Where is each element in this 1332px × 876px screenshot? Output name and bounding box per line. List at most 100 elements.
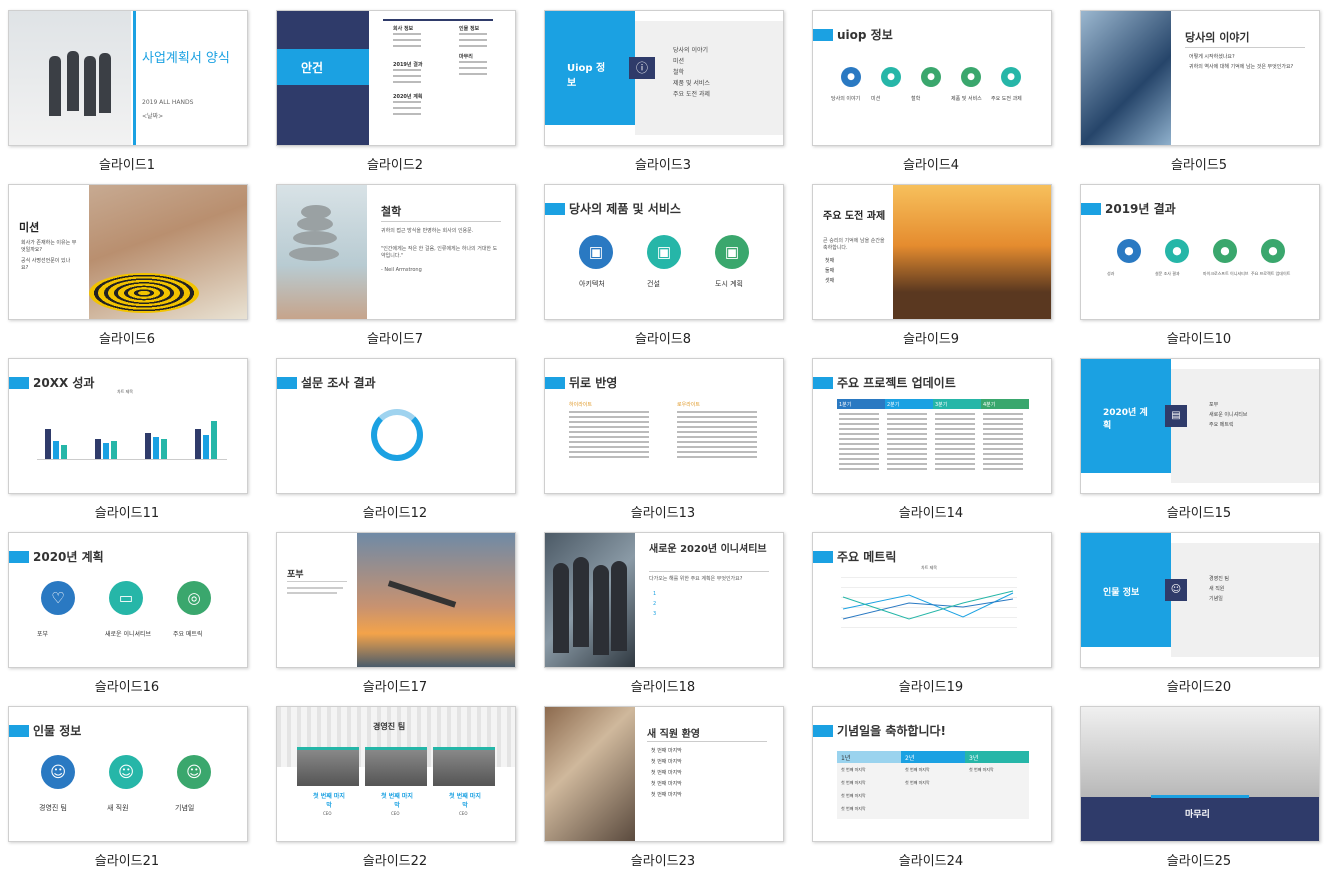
slide-caption: 슬라이드4	[902, 158, 960, 173]
stone	[289, 247, 339, 261]
slide-caption: 슬라이드9	[902, 332, 960, 347]
person-role: CEO	[459, 811, 468, 816]
slide-preview[interactable]: 경영진 팀첫 번째 마지막 CEO 첫 번째 마지막 CEO 첫 번째 마지막 CEO	[276, 706, 516, 842]
slide-thumbnail-20[interactable]: 인물 정보 ☺ 경영진 팀새 직원 기념일 슬라이드20	[1080, 532, 1320, 700]
slide-thumbnail-17[interactable]: 포부 슬라이드17	[276, 532, 516, 700]
cell-line	[983, 428, 1023, 430]
slide-preview[interactable]: 20XX 성과 차트 제목	[8, 358, 248, 494]
crowd-photo	[545, 707, 635, 841]
slide-preview[interactable]: 주요 도전 과제 큰 승리의 기억에 남을 순간을 축하합니다. 첫째 둘째 셋째	[812, 184, 1052, 320]
slide-preview[interactable]: 인물 정보 ☺ 경영진 팀새 직원 기념일	[1080, 532, 1320, 668]
slide-thumbnail-22[interactable]: 경영진 팀첫 번째 마지막 CEO 첫 번째 마지막 CEO 첫 번째 마지막 CEO 슬라…	[276, 706, 516, 874]
line	[393, 45, 421, 47]
slide-preview[interactable]: 미션 회사가 존재하는 이유는 무엇일까요? 공식 사명선언문이 있나요?	[8, 184, 248, 320]
cell-line	[839, 443, 879, 445]
cell-line	[887, 463, 927, 465]
slide-preview[interactable]: 사업계획서 양식 2019 ALL HANDS <날짜>	[8, 10, 248, 146]
slide-thumbnail-3[interactable]: Uiop 정보 ⓘ 당사의 이야기 미션 철학 제품 및 서비스 주요 도전 과제 슬라이드3	[544, 10, 784, 178]
slide-thumbnail-25[interactable]: 마무리 슬라이드25	[1080, 706, 1320, 874]
slide-preview[interactable]: 새 직원 환영 첫 번째 마지막 첫 번째 마지막 첫 번째 마지막 첫 번째 마지막 첫…	[544, 706, 784, 842]
slide-thumbnail-16[interactable]: 2020년 계획 ♡ 포부 ▭ 새로운 이니셔티브 ◎ 주요 메트릭 슬라이드16	[8, 532, 248, 700]
slide-thumbnail-2[interactable]: 안건 회사 정보 인물 정보 2019년 결과 마무리 2020년 계획 슬라이드2	[276, 10, 516, 178]
slide-preview[interactable]: 인물 정보 ☺ 경영진 팀 ☺ 새 직원 ☺ 기념일	[8, 706, 248, 842]
list-item: 첫째	[825, 258, 835, 264]
cell-line	[983, 453, 1023, 455]
title-accent-bar	[1081, 203, 1101, 215]
slide-thumbnail-12[interactable]: 설문 조사 결과 슬라이드12	[276, 358, 516, 526]
person-role: CEO	[323, 811, 332, 816]
icon-label: 포부	[37, 631, 49, 638]
slide-title: 포부	[287, 570, 304, 580]
cell-line	[935, 438, 975, 440]
slide-thumbnail-4[interactable]: uiop 정보 ● 당사의 이야기 ● 미션 ● 철학 ● 제품 및 서비스 ● 주요 도전 과제슬…	[812, 10, 1052, 178]
slide-thumbnail-15[interactable]: 2020년 계획 ▤ 포부 새로운 이니셔티브 주요 메트릭 슬라이드15	[1080, 358, 1320, 526]
cell-line	[839, 453, 879, 455]
slide-preview[interactable]: 당사의 이야기 어떻게 시작하셨나요? 귀하의 역사에 대해 기억에 남는 것은 무…	[1080, 10, 1320, 146]
slide-preview[interactable]: 안건 회사 정보 인물 정보 2019년 결과 마무리 2020년 계획	[276, 10, 516, 146]
list-item: 새로운 이니셔티브	[1209, 412, 1248, 418]
slide-thumbnail-19[interactable]: 주요 메트릭 차트 제목 슬라이드19	[812, 532, 1052, 700]
rule	[647, 741, 767, 742]
slide-preview[interactable]: 마무리	[1080, 706, 1320, 842]
slide-thumbnail-7[interactable]: 철학 귀하의 접근 방식을 반영하는 회사의 인용문. "인간에게는 작은 한 걸음…	[276, 184, 516, 352]
bar-mark	[153, 437, 159, 459]
slide-thumbnail-21[interactable]: 인물 정보 ☺ 경영진 팀 ☺ 새 직원 ☺ 기념일슬라이드21	[8, 706, 248, 874]
slide-preview[interactable]: 포부	[276, 532, 516, 668]
icon-circle: ●	[841, 67, 861, 87]
slide-preview[interactable]: 뒤로 반영 하이라이트 로우라이트	[544, 358, 784, 494]
slide-preview[interactable]: 철학 귀하의 접근 방식을 반영하는 회사의 인용문. "인간에게는 작은 한 걸음…	[276, 184, 516, 320]
slide-title: 경영진 팀	[373, 722, 406, 731]
slide-preview[interactable]: 주요 메트릭 차트 제목	[812, 532, 1052, 668]
slide-caption: 슬라이드10	[1166, 332, 1232, 347]
slide-thumbnail-24[interactable]: 기념일을 축하합니다! 1년 2년 3년 첫 번째 마지막 첫 번째 마지막 첫 번째 마지…	[812, 706, 1052, 874]
slide-thumbnail-23[interactable]: 새 직원 환영 첫 번째 마지막 첫 번째 마지막 첫 번째 마지막 첫 번째 마지막 첫…	[544, 706, 784, 874]
slide-caption: 슬라이드21	[94, 854, 160, 869]
slide-thumbnail-11[interactable]: 20XX 성과 차트 제목 슬라이드11	[8, 358, 248, 526]
slide-thumbnail-1[interactable]: 사업계획서 양식 2019 ALL HANDS <날짜> 슬라이드1	[8, 10, 248, 178]
slide-preview[interactable]: 2020년 계획 ♡ 포부 ▭ 새로운 이니셔티브 ◎ 주요 메트릭	[8, 532, 248, 668]
slide-thumbnail-14[interactable]: 주요 프로젝트 업데이트 1분기 2분기 3분기 4분기 슬라이드14	[812, 358, 1052, 526]
cell-line	[983, 438, 1023, 440]
cell-line	[839, 458, 879, 460]
line	[393, 39, 421, 41]
slide-subtitle: 2019 ALL HANDS	[142, 99, 194, 106]
slide-preview[interactable]: 주요 프로젝트 업데이트 1분기 2분기 3분기 4분기	[812, 358, 1052, 494]
slide-thumbnail-8[interactable]: 당사의 제품 및 서비스 ▣ 아키텍처 ▣ 건설 ▣ 도시 계획 슬라이드8	[544, 184, 784, 352]
text-line	[569, 431, 649, 433]
slide-preview[interactable]: 새로운 2020년 이니셔티브 다가오는 해를 위한 주요 계획은 무엇인가요? 1…	[544, 532, 784, 668]
slide-preview[interactable]: 기념일을 축하합니다! 1년 2년 3년 첫 번째 마지막 첫 번째 마지막 첫 번째 마지…	[812, 706, 1052, 842]
cell-line	[935, 418, 975, 420]
slide-thumbnail-10[interactable]: 2019년 결과 ● 성과 ● 설문 조사 결과 ● 마이크로스프트 이니셔티브 ● 주요 프로…	[1080, 184, 1320, 352]
slide-date: <날짜>	[142, 113, 164, 120]
line	[459, 39, 487, 41]
slide-thumbnail-5[interactable]: 당사의 이야기 어떻게 시작하셨나요? 귀하의 역사에 대해 기억에 남는 것은 무…	[1080, 10, 1320, 178]
slide-preview[interactable]: Uiop 정보 ⓘ 당사의 이야기 미션 철학 제품 및 서비스 주요 도전 과제	[544, 10, 784, 146]
icon-circle: ●	[961, 67, 981, 87]
slide-title: 뒤로 반영	[569, 376, 618, 390]
slide-preview[interactable]: 설문 조사 결과	[276, 358, 516, 494]
slide-preview[interactable]: 당사의 제품 및 서비스 ▣ 아키텍처 ▣ 건설 ▣ 도시 계획	[544, 184, 784, 320]
line	[393, 33, 421, 35]
cell-line	[935, 423, 975, 425]
slide-thumbnail-18[interactable]: 새로운 2020년 이니셔티브 다가오는 해를 위한 주요 계획은 무엇인가요? 1…	[544, 532, 784, 700]
cell-line	[839, 418, 879, 420]
slide-thumbnail-13[interactable]: 뒤로 반영 하이라이트 로우라이트 슬라이드13	[544, 358, 784, 526]
title-accent-bar	[277, 377, 297, 389]
list-item: 철학	[673, 69, 685, 76]
slide-thumbnail-6[interactable]: 미션 회사가 존재하는 이유는 무엇일까요? 공식 사명선언문이 있나요? 슬라이드6	[8, 184, 248, 352]
slide-preview[interactable]: 2019년 결과 ● 성과 ● 설문 조사 결과 ● 마이크로스프트 이니셔티브 ● 주요 프로…	[1080, 184, 1320, 320]
cell-line	[983, 448, 1023, 450]
bar-mark	[95, 439, 101, 459]
slide-preview[interactable]: 2020년 계획 ▤ 포부 새로운 이니셔티브 주요 메트릭	[1080, 358, 1320, 494]
slide-caption: 슬라이드23	[630, 854, 696, 869]
slide-caption: 슬라이드7	[366, 332, 424, 347]
cell-line	[839, 438, 879, 440]
icon-circle: ●	[1117, 239, 1141, 263]
slide-preview[interactable]: uiop 정보 ● 당사의 이야기 ● 미션 ● 철학 ● 제품 및 서비스 ● 주요 도전 과제	[812, 10, 1052, 146]
agenda-item: 인물 정보	[459, 26, 480, 32]
slide-title: 새로운 2020년 이니셔티브	[649, 544, 767, 555]
slide-thumbnail-9[interactable]: 주요 도전 과제 큰 승리의 기억에 남을 순간을 축하합니다. 첫째 둘째 셋째슬라이…	[812, 184, 1052, 352]
list-item: 새 직원	[1209, 586, 1225, 592]
accent-line	[133, 11, 136, 145]
text-line	[677, 416, 757, 418]
